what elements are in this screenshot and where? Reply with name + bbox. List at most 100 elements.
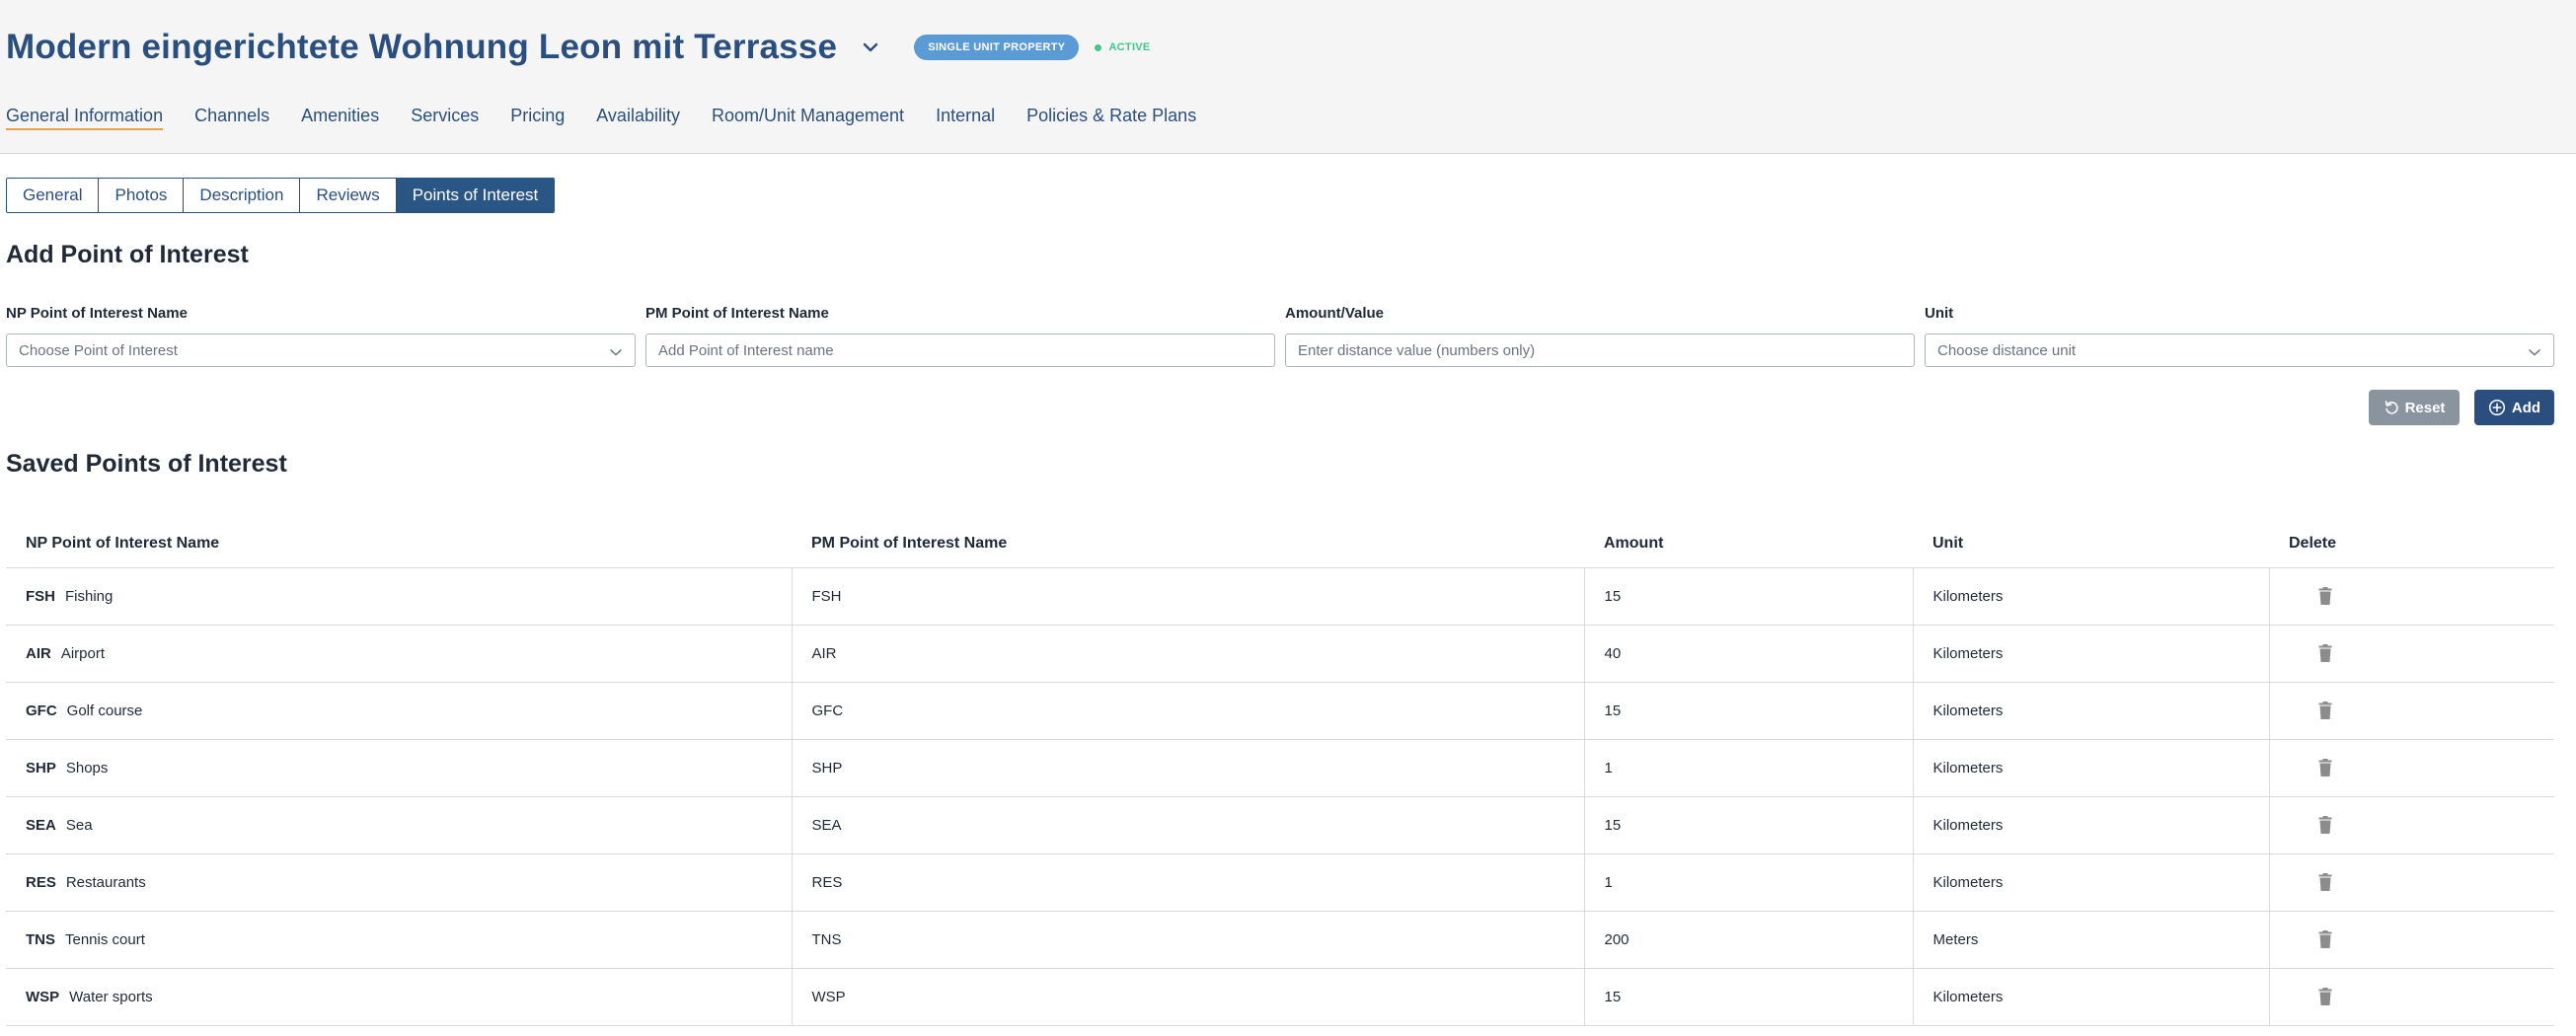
table-row: TNS Tennis court TNS 200 Meters [6, 911, 2554, 969]
nav-item-amenities[interactable]: Amenities [301, 101, 379, 130]
trash-icon[interactable] [2306, 576, 2345, 616]
tab-photos[interactable]: Photos [99, 179, 185, 212]
trash-icon[interactable] [2306, 920, 2345, 959]
np-name-cell: SEA Sea [6, 796, 792, 854]
unit-cell: Kilometers [1912, 796, 2269, 854]
add-button[interactable]: Add [2474, 390, 2554, 425]
property-type-badge: SINGLE UNIT PROPERTY [914, 35, 1080, 60]
np-name-cell: RES Restaurants [6, 853, 792, 912]
tab-general[interactable]: General [7, 179, 100, 212]
unit-cell: Meters [1912, 911, 2269, 969]
pm-name-cell: RES [791, 853, 1584, 912]
amount-field: Amount/Value Enter distance value (numbe… [1285, 304, 1915, 367]
nav-item-pricing[interactable]: Pricing [510, 101, 565, 130]
pm-name-cell: TNS [791, 911, 1584, 969]
nav-item-internal[interactable]: Internal [936, 101, 995, 130]
table-header-row: NP Point of Interest Name PM Point of In… [6, 520, 2554, 568]
title-row: Modern eingerichtete Wohnung Leon mit Te… [6, 24, 1151, 71]
unit-cell: Kilometers [1912, 682, 2269, 740]
unit-cell: Kilometers [1912, 968, 2269, 1026]
reset-button[interactable]: Reset [2369, 390, 2460, 425]
nav-item-availability[interactable]: Availability [596, 101, 680, 130]
delete-cell [2268, 853, 2554, 912]
np-name-cell: GFC Golf course [6, 682, 792, 740]
poi-name: Shops [65, 759, 109, 777]
table-row: SEA Sea SEA 15 Kilometers [6, 796, 2554, 854]
poi-name: Golf course [66, 702, 143, 719]
tab-description[interactable]: Description [184, 179, 301, 212]
table-row: RES Restaurants RES 1 Kilometers [6, 853, 2554, 912]
pm-poi-label: PM Point of Interest Name [645, 305, 829, 322]
delete-cell [2268, 567, 2554, 626]
table-row: AIR Airport AIR 40 Kilometers [6, 625, 2554, 683]
poi-name: Airport [60, 644, 106, 662]
unit-select[interactable]: Choose distance unit [1925, 333, 2554, 367]
trash-icon[interactable] [2306, 977, 2345, 1016]
amount-cell: 1 [1583, 853, 1913, 912]
column-header-np-name: NP Point of Interest Name [6, 520, 792, 568]
np-name-cell: AIR Airport [6, 625, 792, 683]
np-poi-select-placeholder: Choose Point of Interest [19, 341, 178, 359]
trash-icon[interactable] [2306, 691, 2345, 730]
saved-poi-table: NP Point of Interest Name PM Point of In… [6, 520, 2554, 1026]
chevron-down-icon [609, 344, 623, 361]
poi-code: AIR [26, 644, 51, 662]
pm-name-cell: WSP [791, 968, 1584, 1026]
pm-poi-field: PM Point of Interest Name Add Point of I… [645, 304, 1275, 367]
np-poi-select[interactable]: Choose Point of Interest [6, 333, 636, 367]
delete-cell [2268, 682, 2554, 740]
status-text: ACTIVE [1108, 41, 1151, 53]
nav-item-general-information[interactable]: General Information [6, 101, 164, 130]
poi-code: TNS [26, 930, 55, 948]
add-button-label: Add [2511, 399, 2541, 416]
pm-name-cell: SEA [791, 796, 1584, 854]
tab-reviews[interactable]: Reviews [300, 179, 397, 212]
poi-code: GFC [26, 702, 57, 719]
main-nav: General Information Channels Amenities S… [6, 101, 1228, 130]
pm-poi-input[interactable]: Add Point of Interest name [645, 333, 1275, 367]
unit-field: Unit Choose distance unit [1925, 304, 2554, 367]
pm-name-cell: GFC [791, 682, 1584, 740]
nav-item-services[interactable]: Services [411, 101, 479, 130]
poi-name: Fishing [65, 587, 114, 605]
poi-code: RES [26, 873, 56, 891]
np-name-cell: TNS Tennis court [6, 911, 792, 969]
amount-cell: 40 [1583, 625, 1913, 683]
column-header-pm-name: PM Point of Interest Name [792, 520, 1584, 568]
np-name-cell: WSP Water sports [6, 968, 792, 1026]
nav-item-channels[interactable]: Channels [194, 101, 269, 130]
trash-icon[interactable] [2306, 633, 2345, 673]
sub-tabs: General Photos Description Reviews Point… [6, 178, 556, 213]
trash-icon[interactable] [2306, 805, 2345, 845]
nav-item-room-unit-management[interactable]: Room/Unit Management [712, 101, 904, 130]
column-header-unit: Unit [1913, 520, 2269, 568]
delete-cell [2268, 625, 2554, 683]
saved-poi-heading: Saved Points of Interest [6, 450, 287, 478]
page-header: Modern eingerichtete Wohnung Leon mit Te… [0, 0, 2576, 154]
trash-icon[interactable] [2306, 748, 2345, 787]
status-indicator: ACTIVE [1095, 41, 1150, 53]
amount-input[interactable]: Enter distance value (numbers only) [1285, 333, 1915, 367]
unit-cell: Kilometers [1912, 625, 2269, 683]
rotate-ccw-icon [2385, 401, 2398, 414]
property-switcher-chevron-icon[interactable] [851, 28, 890, 67]
column-header-amount: Amount [1584, 520, 1913, 568]
trash-icon[interactable] [2306, 862, 2345, 902]
delete-cell [2268, 911, 2554, 969]
poi-code: SEA [26, 816, 56, 834]
table-row: GFC Golf course GFC 15 Kilometers [6, 682, 2554, 740]
nav-item-policies-rate-plans[interactable]: Policies & Rate Plans [1026, 101, 1196, 130]
tab-points-of-interest[interactable]: Points of Interest [396, 179, 555, 212]
poi-name: Restaurants [65, 873, 146, 891]
unit-cell: Kilometers [1912, 567, 2269, 626]
add-poi-heading: Add Point of Interest [6, 241, 249, 268]
amount-cell: 15 [1583, 567, 1913, 626]
chevron-down-icon [2528, 344, 2541, 361]
delete-cell [2268, 739, 2554, 797]
reset-button-label: Reset [2404, 399, 2446, 416]
status-dot-icon [1095, 43, 1102, 51]
page-title: Modern eingerichtete Wohnung Leon mit Te… [6, 28, 838, 66]
pm-poi-input-placeholder: Add Point of Interest name [658, 341, 834, 359]
unit-select-placeholder: Choose distance unit [1937, 341, 2077, 359]
plus-circle-icon [2488, 399, 2505, 416]
